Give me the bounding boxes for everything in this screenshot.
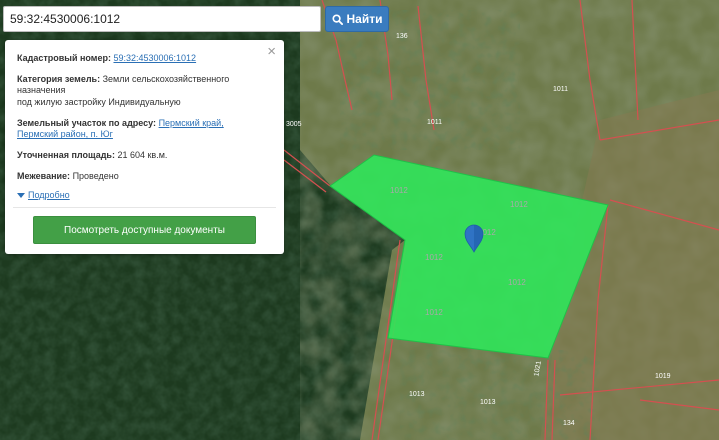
address-row: Земельный участок по адресу: Пермский кр… <box>17 118 272 141</box>
parcel-label: 1011 <box>553 86 568 93</box>
land-category-value: Земли сельскохозяйственного <box>102 73 230 84</box>
parcel-label: 136 <box>396 33 408 40</box>
cadastral-number-row: Кадастровый номер: 59:32:4530006:1012 <box>17 53 272 65</box>
parcel-label: 134 <box>563 420 575 427</box>
divider <box>13 207 276 209</box>
survey-value: Проведено <box>72 170 119 181</box>
area-label: Уточненная площадь: <box>17 150 115 161</box>
survey-row: Межевание: Проведено <box>17 171 272 183</box>
parcel-label: 1012 <box>510 200 528 209</box>
parcel-label: 1011 <box>427 119 442 126</box>
details-link-label: Подробно <box>28 189 70 200</box>
search-bar: Найти <box>3 6 389 32</box>
survey-label: Межевание: <box>17 170 71 181</box>
address-link[interactable]: Пермский край, <box>159 118 224 128</box>
search-button-label: Найти <box>346 12 383 26</box>
search-input[interactable] <box>3 6 321 32</box>
land-category-label: Категория земель: <box>17 73 101 84</box>
parcel-label: 1013 <box>480 399 496 406</box>
land-category-value: под жилую застройку Индивидуальную <box>17 97 181 108</box>
search-icon <box>331 13 343 25</box>
parcel-label: 1012 <box>390 186 408 195</box>
view-documents-button[interactable]: Посмотреть доступные документы <box>33 216 256 245</box>
parcel-label: 1019 <box>655 373 671 380</box>
area-row: Уточненная площадь: 21 604 кв.м. <box>17 150 272 162</box>
parcel-label: 3005 <box>286 121 302 128</box>
close-icon[interactable]: × <box>267 44 276 59</box>
triangle-down-icon <box>17 192 25 198</box>
area-value: 21 604 кв.м. <box>117 150 168 161</box>
land-category-value: назначения <box>17 85 66 96</box>
parcel-label: 1012 <box>508 278 526 287</box>
address-link[interactable]: Пермский район, п. Юг <box>17 129 272 141</box>
search-button[interactable]: Найти <box>325 6 389 32</box>
cadastral-number-label: Кадастровый номер: <box>17 53 111 63</box>
parcel-label: 1012 <box>425 308 443 317</box>
parcel-label: 1012 <box>425 253 443 262</box>
parcel-label: 1013 <box>409 391 425 398</box>
cadastral-number-link[interactable]: 59:32:4530006:1012 <box>113 53 196 63</box>
parcel-info-panel: × Кадастровый номер: 59:32:4530006:1012 … <box>5 40 284 254</box>
land-category-row: Категория земель: Земли сельскохозяйстве… <box>17 74 272 109</box>
address-label: Земельный участок по адресу: <box>17 117 157 128</box>
details-toggle[interactable]: Подробно <box>17 190 272 202</box>
